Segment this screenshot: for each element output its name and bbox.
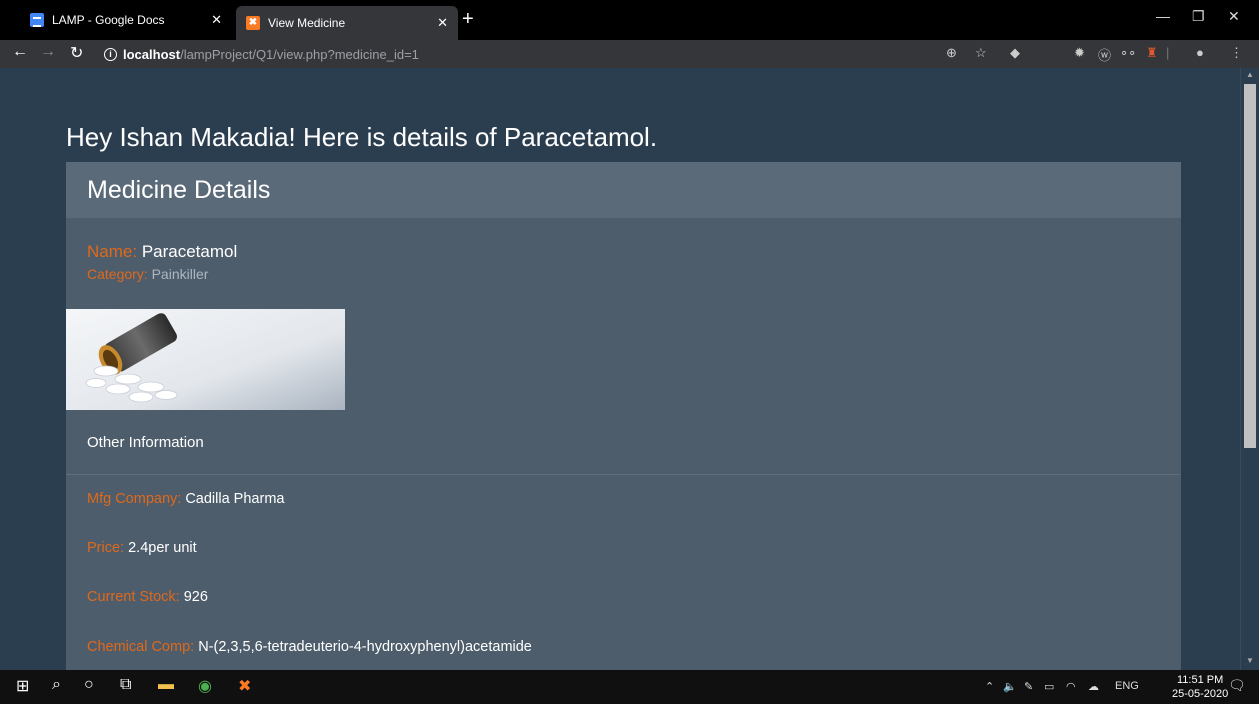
forward-icon[interactable]: → <box>40 43 56 61</box>
page-scrollbar[interactable]: ▲ ▼ <box>1240 68 1259 670</box>
info-icon[interactable]: i <box>104 47 117 61</box>
onedrive-icon[interactable]: ☁ <box>1088 680 1099 693</box>
stock-value: 926 <box>183 589 208 605</box>
tab-view-medicine[interactable]: ✖ View Medicine ✕ <box>236 6 458 40</box>
url-host: localhost <box>123 46 181 62</box>
notification-icon[interactable]: 🗨 <box>1228 677 1246 694</box>
mfg-label: Mfg Company: <box>87 491 182 507</box>
restore-icon[interactable]: ❐ <box>1192 8 1205 25</box>
chem-value: N-(2,3,5,6-tetradeuterio-4-hydroxyphenyl… <box>198 639 532 655</box>
volume-icon[interactable]: 🔈 <box>1003 680 1017 693</box>
minimize-icon[interactable]: — <box>1156 8 1170 24</box>
price-value: 2.4per unit <box>128 540 197 556</box>
bookmark-star-icon[interactable]: ☆ <box>975 45 987 61</box>
xampp-taskbar-icon[interactable]: ✖ <box>238 676 251 696</box>
task-view-icon[interactable]: ⧉ <box>120 676 131 694</box>
zoom-icon[interactable]: ⊕ <box>946 45 957 61</box>
search-icon[interactable]: ⌕ <box>52 676 61 694</box>
clock-time: 11:51 PM <box>1177 674 1224 686</box>
other-information-heading: Other Information <box>87 434 204 451</box>
tab-title: LAMP - Google Docs <box>52 13 165 27</box>
back-icon[interactable]: ← <box>12 43 28 61</box>
medicine-name: Name: Paracetamol <box>87 242 237 262</box>
windows-taskbar: ⊞ ⌕ ○ ⧉ ▬ ◉ ✖ ⌃ 🔈 ✎ ▭ ◠ ☁ ENG 11:51 PM 2… <box>0 670 1259 704</box>
chem-label: Chemical Comp: <box>87 639 195 655</box>
name-label: Name: <box>87 242 138 261</box>
medicine-image <box>66 309 345 410</box>
address-bar[interactable]: i localhost/lampProject/Q1/view.php?medi… <box>104 41 1004 67</box>
toolbar-separator: | <box>1166 45 1170 60</box>
medicine-category: Category: Painkiller <box>87 266 208 282</box>
language-indicator[interactable]: ENG <box>1115 680 1139 692</box>
price-row: Price: 2.4per unit <box>87 540 197 556</box>
menu-kebab-icon[interactable]: ⋮ <box>1230 45 1243 61</box>
tray-chevron-icon[interactable]: ⌃ <box>985 680 994 693</box>
extension-gear-icon[interactable]: ✹ <box>1074 45 1085 61</box>
browser-toolbar: ← → ↻ i localhost/lampProject/Q1/view.ph… <box>0 40 1259 68</box>
mfg-company-row: Mfg Company: Cadilla Pharma <box>87 491 284 507</box>
tab-title: View Medicine <box>268 16 346 30</box>
category-label: Category: <box>87 266 148 282</box>
cortana-icon[interactable]: ○ <box>84 676 94 694</box>
pen-icon[interactable]: ✎ <box>1024 680 1033 693</box>
clock-date: 25-05-2020 <box>1172 688 1229 700</box>
panel-title: Medicine Details <box>87 175 271 204</box>
window-close-icon[interactable]: ✕ <box>1228 8 1240 25</box>
battery-icon[interactable]: ▭ <box>1044 680 1054 693</box>
price-label: Price: <box>87 540 125 556</box>
panel-heading: Medicine Details <box>66 162 1181 218</box>
taskbar-clock[interactable]: 11:51 PM 25-05-2020 <box>1172 673 1228 701</box>
page-viewport: Hey Ishan Makadia! Here is details of Pa… <box>0 68 1240 670</box>
extension-dots-icon[interactable]: ∘∘ <box>1120 45 1136 61</box>
scroll-down-icon[interactable]: ▼ <box>1246 656 1254 665</box>
google-docs-icon <box>30 13 44 27</box>
mfg-value: Cadilla Pharma <box>185 491 285 507</box>
close-icon[interactable]: ✕ <box>437 15 448 31</box>
close-icon[interactable]: ✕ <box>211 12 222 28</box>
pill-bottle-photo <box>66 309 345 410</box>
extension-w-icon[interactable]: ⓦ <box>1098 45 1111 64</box>
page-greeting: Hey Ishan Makadia! Here is details of Pa… <box>66 122 658 152</box>
medicine-details-panel: Medicine Details Name: Paracetamol Categ… <box>66 162 1181 670</box>
windows-start-icon[interactable]: ⊞ <box>16 676 29 696</box>
extension-cube-icon[interactable]: ◆ <box>1010 45 1020 61</box>
chrome-icon[interactable]: ◉ <box>198 676 212 696</box>
scroll-thumb[interactable] <box>1244 84 1256 448</box>
section-divider <box>66 474 1181 475</box>
category-value: Painkiller <box>151 266 209 282</box>
file-explorer-icon[interactable]: ▬ <box>158 676 174 694</box>
name-value: Paracetamol <box>141 242 238 261</box>
scroll-up-icon[interactable]: ▲ <box>1246 70 1254 79</box>
new-tab-button[interactable]: + <box>462 8 474 31</box>
tab-google-docs[interactable]: LAMP - Google Docs ✕ <box>20 6 232 34</box>
browser-tab-bar: LAMP - Google Docs ✕ ✖ View Medicine ✕ +… <box>0 0 1259 40</box>
reload-icon[interactable]: ↻ <box>70 43 83 63</box>
chemical-comp-row: Chemical Comp: N-(2,3,5,6-tetradeuterio-… <box>87 639 532 655</box>
extension-figure-icon[interactable]: ♜ <box>1146 45 1158 61</box>
profile-avatar-icon[interactable]: ● <box>1196 45 1204 60</box>
stock-label: Current Stock: <box>87 589 180 605</box>
xampp-icon: ✖ <box>246 16 260 30</box>
wifi-icon[interactable]: ◠ <box>1066 680 1076 693</box>
url-path: /lampProject/Q1/view.php?medicine_id=1 <box>180 46 419 62</box>
stock-row: Current Stock: 926 <box>87 589 208 605</box>
